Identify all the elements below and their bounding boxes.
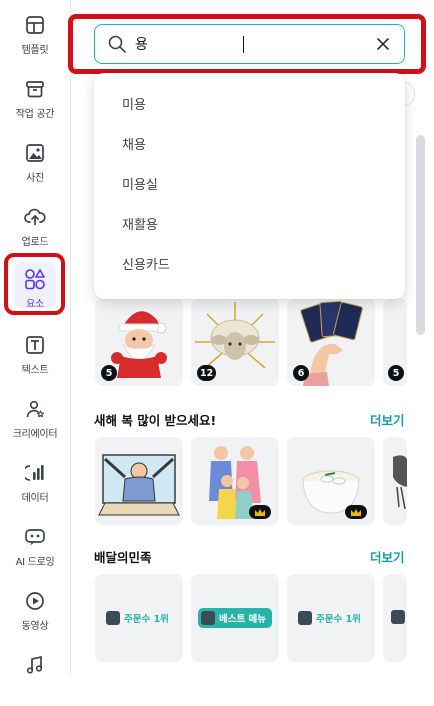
- video-play-icon: [24, 590, 46, 612]
- promo-tile-best-menu[interactable]: 베스트 메뉴: [191, 574, 279, 662]
- suggestion-item[interactable]: 채용: [122, 134, 146, 153]
- sidebar-item-label: 텍스트: [21, 365, 49, 376]
- panel-scrollbar[interactable]: [416, 135, 425, 335]
- promo-box-icon: [200, 611, 215, 625]
- bowing-person-illustration: [98, 454, 180, 516]
- sidebar-item-photos[interactable]: 사진: [0, 136, 70, 194]
- newyear-tile-family[interactable]: [191, 437, 279, 525]
- sidebar-item-workspace[interactable]: 작업 공간: [0, 72, 70, 130]
- count-badge: 5: [388, 365, 404, 381]
- sticker-tile-partial[interactable]: 5: [383, 298, 407, 386]
- suggestion-item[interactable]: 재활용: [122, 214, 158, 233]
- search-suggestions-dropdown: 미용 채용 미용실 재활용 신용카드: [94, 73, 405, 299]
- sidebar-item-video[interactable]: 동영상: [0, 584, 70, 642]
- see-more-link[interactable]: 더보기: [370, 410, 405, 429]
- sidebar-item-label: 업로드: [21, 237, 49, 248]
- text-icon: [24, 334, 46, 356]
- sidebar-item-label: 작업 공간: [15, 109, 55, 120]
- premium-crown-icon: [249, 505, 271, 519]
- sticker-tile-santa[interactable]: 5: [95, 298, 183, 386]
- sticker-tile-tarot[interactable]: 6: [287, 298, 375, 386]
- sidebar-item-label: 템플릿: [21, 45, 49, 56]
- suggestion-item[interactable]: 신용카드: [122, 254, 170, 273]
- sticker-tile-sheep[interactable]: 12: [191, 298, 279, 386]
- premium-crown-icon: [345, 505, 367, 519]
- search-highlight-frame: [68, 14, 426, 74]
- bird-illustration: [393, 455, 407, 510]
- promo-tile-partial[interactable]: [383, 574, 407, 662]
- sidebar-item-templates[interactable]: 템플릿: [0, 8, 70, 66]
- promo-tile-order-rank[interactable]: 주문수 1위: [95, 574, 183, 662]
- data-chart-icon: [24, 462, 46, 484]
- count-badge: 6: [293, 365, 309, 381]
- sidebar-item-label: AI 드로잉: [15, 557, 55, 568]
- folder-icon: [24, 78, 46, 100]
- section-title-baemin: 배달의민족: [94, 550, 152, 565]
- see-more-link[interactable]: 더보기: [370, 547, 405, 566]
- sidebar-item-upload[interactable]: 업로드: [0, 200, 70, 258]
- upload-cloud-icon: [24, 206, 46, 228]
- suggestion-item[interactable]: 미용: [122, 94, 146, 113]
- sidebar-item-text[interactable]: 텍스트: [0, 328, 70, 386]
- promo-tile-order-rank-2[interactable]: 주문수 1위: [287, 574, 375, 662]
- ai-drawing-icon: [24, 526, 46, 548]
- newyear-tile-partial[interactable]: [383, 437, 407, 525]
- promo-box-icon: [391, 610, 405, 624]
- suggestion-item[interactable]: 미용실: [122, 174, 158, 193]
- newyear-tile-bow[interactable]: [95, 437, 183, 525]
- sidebar-item-label: 데이터: [21, 493, 49, 504]
- promo-label: 베스트 메뉴: [197, 608, 272, 628]
- newyear-tile-tteokguk[interactable]: [287, 437, 375, 525]
- promo-box-icon: [298, 611, 313, 625]
- sidebar-item-data[interactable]: 데이터: [0, 456, 70, 514]
- count-badge: 12: [197, 365, 217, 381]
- elements-highlight-frame: [4, 253, 65, 315]
- promo-box-icon: [106, 611, 121, 625]
- sidebar-item-label: 크리에이터: [12, 429, 58, 440]
- promo-label: 주문수 1위: [295, 608, 367, 628]
- left-sidebar: 템플릿 작업 공간 사진 업로드 요소 텍스트 크리에이터 데이터 AI 드로잉…: [0, 0, 71, 675]
- promo-label: 주문수 1위: [103, 608, 175, 628]
- sidebar-item-ai-drawing[interactable]: AI 드로잉: [0, 520, 70, 578]
- sidebar-item-label: 사진: [26, 173, 44, 184]
- section-title-new-year: 새해 복 많이 받으세요!: [94, 413, 217, 428]
- sidebar-item-music[interactable]: [0, 648, 70, 706]
- sidebar-item-label: 동영상: [21, 621, 49, 632]
- creator-icon: [24, 398, 46, 420]
- sidebar-item-creators[interactable]: 크리에이터: [0, 392, 70, 450]
- template-icon: [24, 14, 46, 36]
- count-badge: 5: [101, 365, 117, 381]
- music-icon: [24, 654, 46, 676]
- photo-icon: [24, 142, 46, 164]
